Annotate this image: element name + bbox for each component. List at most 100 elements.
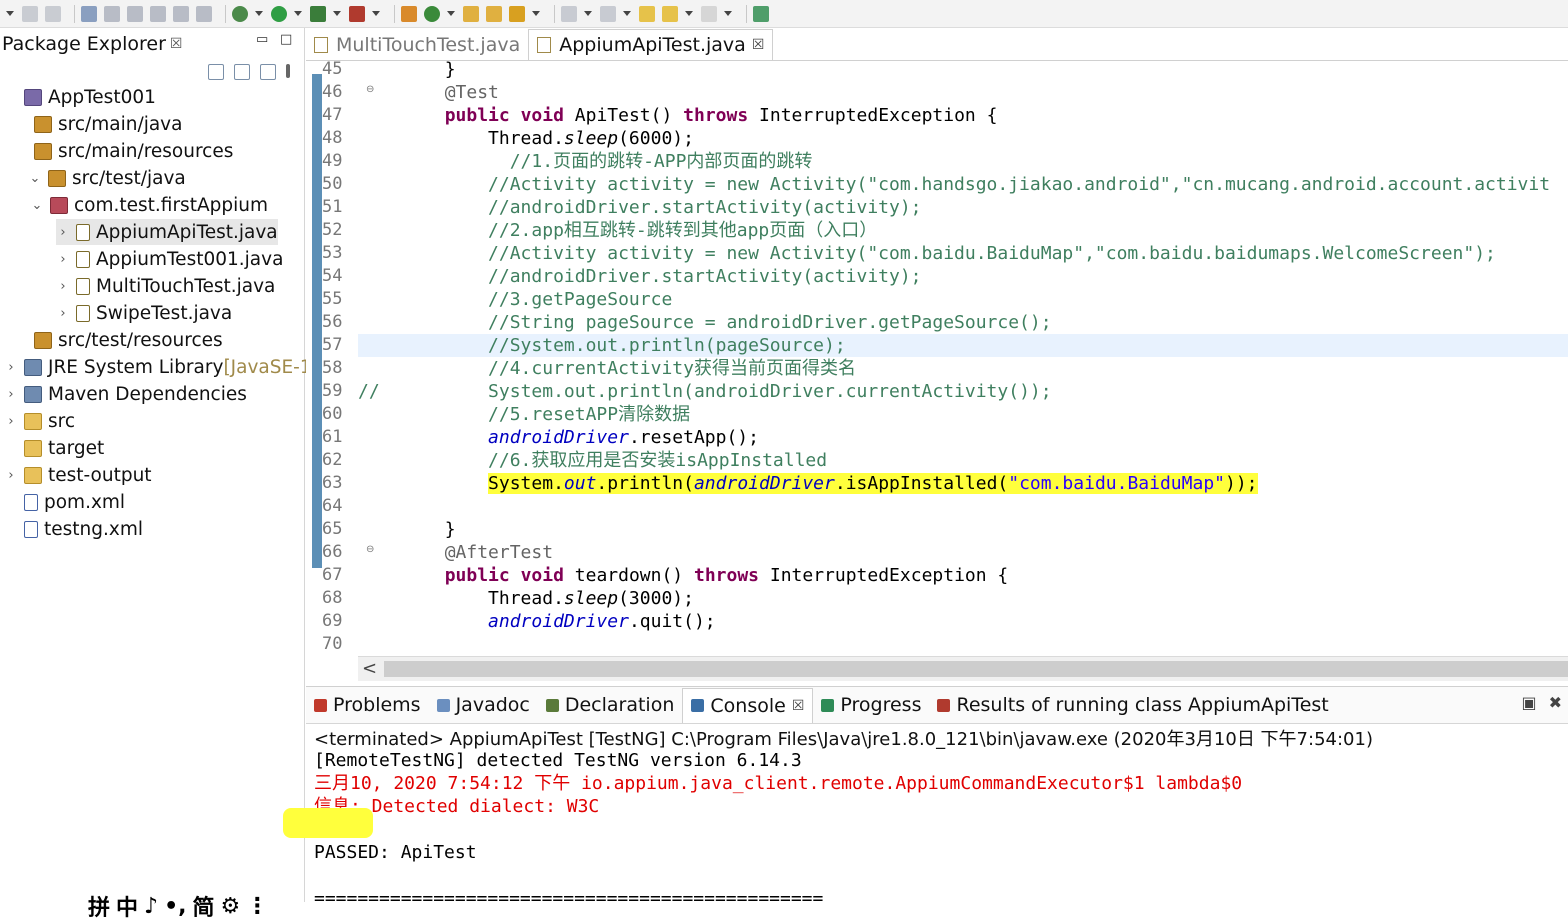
minimize-icon[interactable]: ▭ xyxy=(256,32,268,47)
tree-item[interactable]: testng.xml xyxy=(4,516,143,542)
close-icon[interactable]: ☒ xyxy=(792,698,805,714)
tree-item[interactable]: target xyxy=(4,435,104,461)
close-icon[interactable]: ☒ xyxy=(170,36,183,52)
maximize-icon[interactable]: ▣ xyxy=(1521,693,1536,712)
expand-toggle-icon[interactable]: › xyxy=(4,468,18,483)
code-line: System.out.println(androidDriver.isAppIn… xyxy=(358,472,1568,495)
collapse-all-icon[interactable] xyxy=(208,64,224,80)
show-whitespace-icon[interactable] xyxy=(173,5,189,22)
coverage-dropdown-icon[interactable] xyxy=(333,11,341,16)
tree-item[interactable]: › SwipeTest.java xyxy=(56,300,232,326)
previous-annotation-dropdown-icon[interactable] xyxy=(623,11,631,16)
coverage-icon[interactable] xyxy=(310,5,326,22)
debug-icon[interactable] xyxy=(232,5,248,22)
close-icon[interactable]: ☒ xyxy=(752,37,765,53)
external-tools-dropdown-icon[interactable] xyxy=(372,11,380,16)
tree-item[interactable]: › src xyxy=(4,408,75,434)
forward-icon[interactable] xyxy=(701,5,717,22)
tree-item[interactable]: src/test/resources xyxy=(28,327,223,353)
horizontal-scrollbar[interactable]: < xyxy=(358,656,1568,681)
pilcrow-icon[interactable] xyxy=(196,5,212,22)
maximize-icon[interactable]: □ xyxy=(280,32,292,47)
editor-tab[interactable]: MultiTouchTest.java xyxy=(306,30,528,60)
dropdown-arrow-icon[interactable] xyxy=(6,11,14,16)
previous-annotation-icon[interactable] xyxy=(600,5,616,22)
focus-icon[interactable] xyxy=(260,64,276,80)
search-dropdown-icon[interactable] xyxy=(532,11,540,16)
new-dropdown-icon[interactable] xyxy=(447,11,455,16)
expand-toggle-icon[interactable]: › xyxy=(56,306,70,321)
save-icon[interactable] xyxy=(22,5,38,22)
expand-toggle-icon[interactable]: › xyxy=(4,387,18,402)
search-icon[interactable] xyxy=(509,5,525,22)
toolbar-separator xyxy=(394,4,395,23)
tab-problems[interactable]: Problems xyxy=(306,688,429,722)
code-token: teardown() xyxy=(563,565,694,586)
code-token: void xyxy=(520,105,564,126)
tab-declaration[interactable]: Declaration xyxy=(538,688,683,722)
scrollbar-thumb[interactable] xyxy=(384,661,1568,677)
tree-item[interactable]: › Maven Dependencies xyxy=(4,381,247,407)
ime-item[interactable]: 拼 xyxy=(88,890,110,922)
new-java-package-icon[interactable] xyxy=(401,5,417,22)
expand-toggle-icon[interactable]: › xyxy=(4,414,18,429)
new-java-class-icon[interactable] xyxy=(424,5,440,22)
external-tools-icon[interactable] xyxy=(349,5,365,22)
back-dropdown-icon[interactable] xyxy=(685,11,693,16)
tab-console[interactable]: Console ☒ xyxy=(682,687,814,723)
tree-item-label: pom.xml xyxy=(44,491,126,513)
ime-item[interactable]: ♪ xyxy=(144,894,158,919)
expand-toggle-icon[interactable]: ⌄ xyxy=(28,171,42,186)
tree-item-label: src/test/resources xyxy=(58,329,223,351)
expand-toggle-icon[interactable]: › xyxy=(56,279,70,294)
expand-toggle-icon[interactable]: ⌄ xyxy=(30,198,44,213)
next-annotation-dropdown-icon[interactable] xyxy=(584,11,592,16)
close-view-icon[interactable]: ✖ xyxy=(1549,693,1562,712)
editor-tab-label: AppiumApiTest.java xyxy=(559,34,746,56)
tree-item[interactable]: src/main/java xyxy=(28,111,182,137)
run-dropdown-icon[interactable] xyxy=(294,11,302,16)
package-explorer-view: Package Explorer ☒ ▭ □ AppTest001 src/mai… xyxy=(0,28,318,921)
expand-toggle-icon[interactable]: › xyxy=(56,225,70,240)
ime-item[interactable]: ⚙ xyxy=(221,894,241,919)
line-number: 56 xyxy=(322,312,343,332)
open-task-icon[interactable] xyxy=(486,5,502,22)
view-menu-icon[interactable] xyxy=(286,64,290,78)
word-wrap-icon[interactable] xyxy=(150,5,166,22)
tree-item[interactable]: › AppiumApiTest.java xyxy=(56,219,278,245)
tree-item[interactable]: › MultiTouchTest.java xyxy=(56,273,275,299)
tree-item[interactable]: ⌄ com.test.firstAppium xyxy=(30,192,268,218)
editor-tab[interactable]: AppiumApiTest.java ☒ xyxy=(528,29,774,60)
tree-item[interactable]: src/main/resources xyxy=(28,138,233,164)
ime-item[interactable]: 简 xyxy=(193,890,215,922)
back-icon[interactable] xyxy=(662,5,678,22)
expand-toggle-icon[interactable]: › xyxy=(56,252,70,267)
ime-item[interactable]: •, xyxy=(164,894,186,919)
debug-dropdown-icon[interactable] xyxy=(255,11,263,16)
link-with-editor-icon[interactable] xyxy=(234,64,250,80)
open-type-icon[interactable] xyxy=(463,5,479,22)
tab-progress[interactable]: Progress xyxy=(813,688,929,722)
next-annotation-icon[interactable] xyxy=(561,5,577,22)
tree-item[interactable]: › AppiumTest001.java xyxy=(56,246,283,272)
run-icon[interactable] xyxy=(271,5,287,22)
expand-toggle-icon[interactable]: › xyxy=(4,360,18,375)
block-selection-icon[interactable] xyxy=(127,5,143,22)
last-edit-location-icon[interactable] xyxy=(639,5,655,22)
scroll-left-icon[interactable]: < xyxy=(362,658,377,679)
ime-item[interactable]: 中 xyxy=(116,890,138,922)
tree-item[interactable]: pom.xml xyxy=(4,489,125,515)
tab-results[interactable]: Results of running class AppiumApiTest xyxy=(929,688,1336,722)
tab-javadoc[interactable]: Javadoc xyxy=(429,688,538,722)
mark-occurrences-icon[interactable] xyxy=(104,5,120,22)
ime-item[interactable]: ⋮ xyxy=(246,894,268,919)
forward-dropdown-icon[interactable] xyxy=(724,11,732,16)
tree-item[interactable]: AppTest001 xyxy=(4,84,156,110)
save-all-icon[interactable] xyxy=(45,5,61,22)
pin-editor-icon[interactable] xyxy=(753,5,769,22)
toggle-breakpoint-icon[interactable] xyxy=(81,5,97,22)
tree-item[interactable]: › test-output xyxy=(4,462,151,488)
tree-item[interactable]: ⌄ src/test/java xyxy=(28,165,186,191)
tree-item[interactable]: › JRE System Library [JavaSE-1. xyxy=(4,354,317,380)
